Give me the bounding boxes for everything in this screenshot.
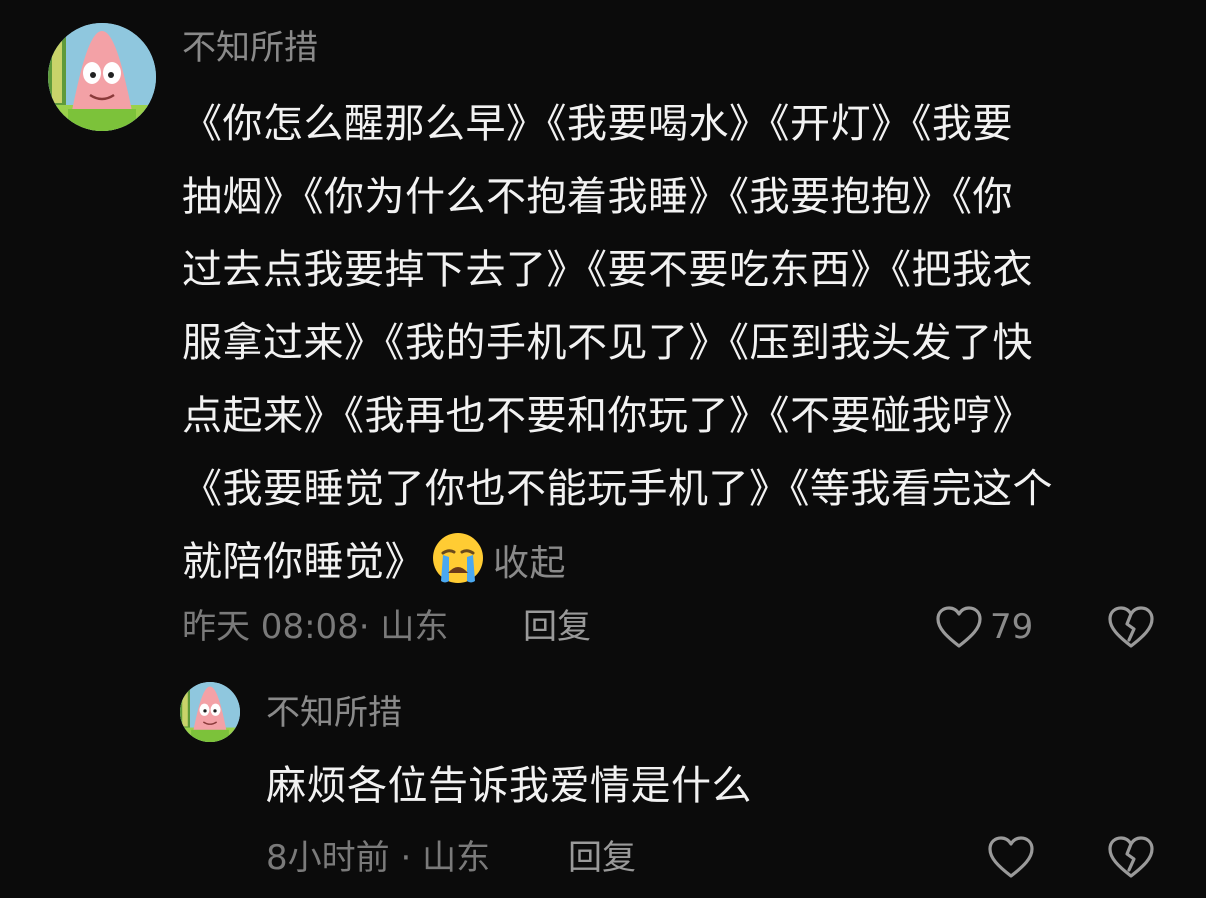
location: 山东 [380, 607, 449, 647]
avatar[interactable] [48, 23, 156, 131]
patrick-avatar-icon [48, 23, 156, 131]
heart-icon [934, 604, 984, 650]
comment-text-line: 抽烟》《你为什么不抱着我睡》《我要抱抱》《你 [182, 174, 1013, 220]
crying-face-emoji-icon [431, 531, 485, 585]
comment-meta: 8小时前 · 山东 [266, 838, 490, 878]
comment-text: 麻烦各位告诉我爱情是什么 [266, 763, 752, 809]
broken-heart-icon [1106, 834, 1156, 880]
broken-heart-icon [1106, 604, 1156, 650]
patrick-avatar-icon [180, 682, 240, 742]
comment-text-line: 过去点我要掉下去了》《要不要吃东西》《把我衣 [182, 247, 1033, 293]
username[interactable]: 不知所措 [266, 693, 402, 733]
dislike-button[interactable] [1106, 834, 1156, 880]
like-count: 79 [990, 607, 1034, 647]
comment-text-line-last: 就陪你睡觉》 收起 [182, 526, 1182, 600]
reply-button[interactable]: 回复 [523, 607, 591, 647]
separator: · [400, 838, 412, 878]
comment-meta: 昨天 08:08· 山东 [182, 607, 448, 647]
like-button[interactable] [986, 834, 1036, 880]
avatar[interactable] [180, 682, 240, 742]
comment-text-line: 就陪你睡觉》 [182, 539, 425, 585]
comment-text-line: 《你怎么醒那么早》《我要喝水》《开灯》《我要 [182, 101, 1013, 147]
comment-text: 《你怎么醒那么早》《我要喝水》《开灯》《我要 抽烟》《你为什么不抱着我睡》《我要… [182, 88, 1182, 600]
comment-text-line: 点起来》《我再也不要和你玩了》《不要碰我哼》 [182, 393, 1033, 439]
like-button[interactable]: 79 [934, 604, 1033, 650]
dislike-button[interactable] [1106, 604, 1156, 650]
timestamp: 昨天 08:08 [182, 607, 359, 647]
heart-icon [986, 834, 1036, 880]
comment-text-line: 《我要睡觉了你也不能玩手机了》《等我看完这个 [182, 466, 1053, 512]
separator: · [358, 607, 370, 647]
location: 山东 [422, 838, 491, 878]
comment-text-line: 服拿过来》《我的手机不见了》《压到我头发了快 [182, 320, 1033, 366]
collapse-button[interactable]: 收起 [493, 543, 566, 584]
username[interactable]: 不知所措 [182, 28, 318, 68]
timestamp: 8小时前 [266, 838, 390, 878]
reply-button[interactable]: 回复 [568, 838, 636, 878]
